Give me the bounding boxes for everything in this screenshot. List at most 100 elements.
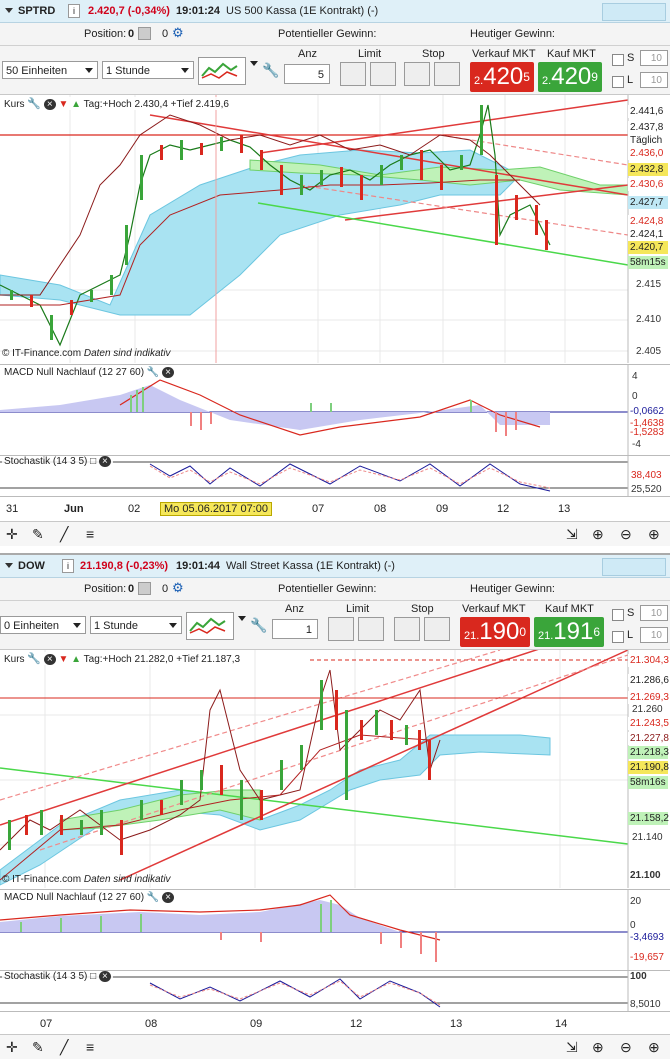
- interval-select[interactable]: 1 Stunde: [90, 616, 182, 634]
- window-icon[interactable]: □: [90, 971, 96, 982]
- potential-profit-label: Potentieller Gewinn:: [278, 28, 377, 40]
- disclaimer-text: Daten sind indikativ: [83, 348, 171, 359]
- price-label: Täglich: [628, 134, 668, 147]
- chart-type-chevron-icon[interactable]: [250, 61, 258, 66]
- buy-button[interactable]: 21.1916: [534, 617, 604, 647]
- chart-toolbar: ✛ ✎ ╱ ≡ ⇲ ⊕ ⊖ ⊕: [0, 1034, 670, 1059]
- zoom-fit-icon[interactable]: ⊕: [592, 526, 604, 543]
- wrench-icon[interactable]: 🔧: [147, 367, 159, 378]
- stop-sell-button[interactable]: [434, 62, 460, 86]
- line-tool-icon[interactable]: ╱: [60, 526, 68, 543]
- draw-tool-icon[interactable]: ✎: [32, 1039, 44, 1056]
- axis-tick: 0: [632, 391, 638, 402]
- wrench-icon[interactable]: 🔧: [27, 653, 41, 665]
- axis-tick: -0,0662: [630, 406, 664, 417]
- stochastic-chart[interactable]: Stochastik (14 3 5) □ × 100 8,5010: [0, 970, 670, 1011]
- collapse-icon[interactable]: [5, 8, 13, 13]
- units-select[interactable]: 0 Einheiten: [0, 616, 86, 634]
- interval-select[interactable]: 1 Stunde: [102, 61, 194, 79]
- interval-value: 1 Stunde: [94, 620, 139, 632]
- panel-title-bar[interactable]: SPTRD i 2.420,7 (-0,34%) 19:01:24 US 500…: [0, 0, 670, 23]
- info-icon[interactable]: i: [68, 4, 80, 18]
- zoom-in-icon[interactable]: ⊕: [648, 1039, 660, 1056]
- line-tool-icon[interactable]: ╱: [60, 1039, 68, 1056]
- order-row: 50 Einheiten 1 Stunde 🔧 Anz 5 Limit Stop…: [0, 46, 670, 95]
- draw-tool-icon[interactable]: ✎: [32, 526, 44, 543]
- wrench-icon[interactable]: 🔧: [27, 98, 41, 110]
- indicator-icon[interactable]: ≡: [86, 526, 94, 542]
- close-icon[interactable]: ×: [43, 99, 56, 110]
- settings-gear-icon[interactable]: ⚙: [172, 25, 184, 41]
- axis-tick: 21.100: [630, 870, 661, 881]
- s-input[interactable]: 10: [640, 605, 668, 621]
- x-label: 07: [40, 1018, 53, 1030]
- macd-chart[interactable]: MACD Null Nachlauf (12 27 60) 🔧 × 4 0 -0…: [0, 364, 670, 455]
- s-checkbox[interactable]: [612, 609, 624, 621]
- chart-type-button[interactable]: [198, 57, 246, 85]
- close-position-icon[interactable]: [138, 27, 151, 40]
- zoom-out-icon[interactable]: ⊖: [620, 526, 632, 543]
- position-row: Position: 0 0 ⚙ Potentieller Gewinn: Heu…: [0, 578, 670, 601]
- crosshair-icon[interactable]: ✛: [6, 1039, 18, 1056]
- window-icon[interactable]: □: [90, 456, 96, 467]
- limit-buy-button[interactable]: [328, 617, 354, 641]
- crosshair-icon[interactable]: ✛: [6, 526, 18, 543]
- wrench-icon[interactable]: 🔧: [147, 892, 159, 903]
- stop-sell-button[interactable]: [424, 617, 450, 641]
- stop-buy-button[interactable]: [404, 62, 430, 86]
- down-arrow-icon[interactable]: ▼: [58, 654, 68, 665]
- close-icon[interactable]: ×: [162, 892, 174, 903]
- zoom-out-icon[interactable]: ⊖: [620, 1039, 632, 1056]
- settings-gear-icon[interactable]: ⚙: [172, 580, 184, 596]
- quote-time: 19:01:24: [176, 5, 221, 17]
- close-icon[interactable]: ×: [43, 654, 56, 665]
- macd-legend: MACD Null Nachlauf (12 27 60) 🔧 ×: [2, 367, 176, 378]
- info-icon[interactable]: i: [62, 559, 74, 573]
- price-chart[interactable]: Kurs 🔧 × ▼ ▲ Tag:+Hoch 21.282,0 +Tief 21…: [0, 619, 670, 888]
- buy-button[interactable]: 2.4209: [538, 62, 602, 92]
- axis-tick: -1,5283: [630, 427, 664, 438]
- sell-button[interactable]: 2.4205: [470, 62, 534, 92]
- axis-tick: -4: [632, 439, 641, 450]
- close-icon[interactable]: ×: [98, 971, 111, 982]
- limit-sell-button[interactable]: [358, 617, 384, 641]
- sell-button[interactable]: 21.1900: [460, 617, 530, 647]
- down-arrow-icon[interactable]: ▼: [58, 99, 68, 110]
- axis-tick: 2.405: [636, 346, 662, 357]
- sell-label: Verkauf MKT: [462, 603, 526, 615]
- today-profit-label: Heutiger Gewinn:: [470, 583, 555, 595]
- collapse-icon[interactable]: [5, 563, 13, 568]
- price-chart[interactable]: Kurs 🔧 × ▼ ▲ Tag:+Hoch 2.430,4 +Tief 2.4…: [0, 95, 670, 363]
- limit-sell-button[interactable]: [370, 62, 396, 86]
- position-label: Position:: [84, 28, 127, 40]
- chart-type-chevron-icon[interactable]: [238, 616, 246, 621]
- l-checkbox[interactable]: [612, 76, 624, 88]
- wrench-icon[interactable]: 🔧: [250, 617, 267, 634]
- stop-buy-button[interactable]: [394, 617, 420, 641]
- pan-icon[interactable]: ⇲: [566, 526, 578, 543]
- chart-type-button[interactable]: [186, 612, 234, 640]
- l-input[interactable]: 10: [640, 627, 668, 643]
- anz-input[interactable]: 1: [272, 619, 318, 639]
- close-icon[interactable]: ×: [162, 367, 174, 378]
- macd-chart[interactable]: MACD Null Nachlauf (12 27 60) 🔧 × 20 0 -…: [0, 889, 670, 970]
- limit-buy-button[interactable]: [340, 62, 366, 86]
- indicator-icon[interactable]: ≡: [86, 1039, 94, 1055]
- s-input[interactable]: 10: [640, 50, 668, 66]
- panel-title-bar[interactable]: DOW i 21.190,8 (-0,23%) 19:01:44 Wall St…: [0, 555, 670, 578]
- units-select[interactable]: 50 Einheiten: [2, 61, 98, 79]
- wrench-icon[interactable]: 🔧: [262, 62, 279, 79]
- up-arrow-icon[interactable]: ▲: [71, 654, 81, 665]
- axis-tick: 38,403: [631, 470, 662, 481]
- close-position-icon[interactable]: [138, 582, 151, 595]
- close-icon[interactable]: ×: [98, 456, 111, 467]
- zoom-fit-icon[interactable]: ⊕: [592, 1039, 604, 1056]
- zoom-in-icon[interactable]: ⊕: [648, 526, 660, 543]
- l-checkbox[interactable]: [612, 631, 624, 643]
- pan-icon[interactable]: ⇲: [566, 1039, 578, 1056]
- anz-input[interactable]: 5: [284, 64, 330, 84]
- s-checkbox[interactable]: [612, 54, 624, 66]
- stochastic-chart[interactable]: Stochastik (14 3 5) □ × 38,403 25,520: [0, 455, 670, 496]
- up-arrow-icon[interactable]: ▲: [71, 99, 81, 110]
- l-input[interactable]: 10: [640, 72, 668, 88]
